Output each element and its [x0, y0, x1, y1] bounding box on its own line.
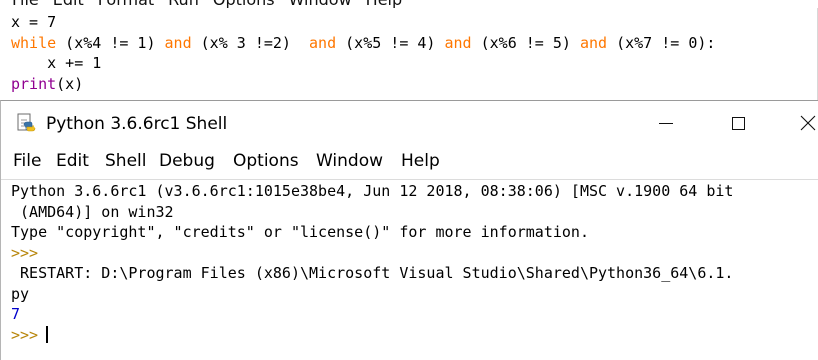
shell-prompt-line[interactable]: >>>	[11, 325, 817, 346]
keyword-token: while	[11, 33, 57, 52]
code-line: while (x%4 != 1) and (x% 3 !=2) and (x%5…	[11, 33, 715, 54]
minimize-icon	[659, 122, 673, 124]
code-line: x += 1	[11, 53, 715, 74]
shell-output-area[interactable]: Python 3.6.6rc1 (v3.6.6rc1:1015e38be4, J…	[11, 181, 817, 345]
code-line: x = 7	[11, 12, 715, 33]
close-icon	[800, 115, 816, 131]
editor-menu-edit[interactable]: Edit	[53, 0, 84, 8]
python-icon	[15, 113, 37, 135]
code-token: x = 7	[11, 13, 57, 31]
editor-window: File Edit Format Run Options Window Help x = 7…	[0, 0, 818, 100]
window-title: Python 3.6.6rc1 Shell	[46, 114, 228, 134]
titlebar[interactable]: Python 3.6.6rc1 Shell	[1, 101, 818, 145]
keyword-token: and	[309, 33, 337, 52]
menu-shell[interactable]: Shell	[105, 150, 146, 172]
code-token: (x%4 != 1)	[56, 33, 165, 52]
code-line: print(x)	[11, 74, 715, 95]
shell-window: Python 3.6.6rc1 Shell File Edit Shell De…	[0, 100, 818, 360]
menu-separator	[1, 179, 818, 180]
builtin-token: print	[11, 74, 57, 93]
menu-debug[interactable]: Debug	[159, 150, 215, 172]
editor-menu-options[interactable]: Options	[213, 0, 275, 8]
code-token: x += 1	[11, 54, 102, 72]
editor-code-area[interactable]: x = 7 while (x%4 != 1) and (x% 3 !=2) and…	[11, 12, 715, 94]
menu-file[interactable]: File	[13, 150, 41, 172]
shell-output-line: py	[11, 284, 30, 303]
menu-options[interactable]: Options	[233, 150, 299, 172]
shell-menubar: File Edit Shell Debug Options Window Hel…	[1, 148, 818, 174]
keyword-token: and	[164, 33, 192, 52]
editor-menu-format[interactable]: Format	[98, 0, 154, 8]
code-token: (x% 3 !=2)	[191, 33, 310, 52]
shell-output-line: >>>	[11, 243, 48, 262]
menu-window[interactable]: Window	[316, 150, 383, 172]
maximize-icon	[731, 116, 745, 130]
menu-edit[interactable]: Edit	[56, 150, 89, 172]
code-token: (x%5 != 4)	[336, 33, 445, 52]
editor-menu-help[interactable]: Help	[366, 0, 402, 8]
close-button[interactable]	[785, 101, 818, 145]
keyword-token: and	[579, 33, 608, 52]
editor-menu-run[interactable]: Run	[168, 0, 199, 8]
shell-prompt: >>>	[11, 325, 39, 344]
editor-menu-file[interactable]: File	[12, 0, 39, 8]
code-token: (x)	[56, 74, 84, 93]
shell-output-line: (AMD64)] on win32	[11, 202, 174, 221]
text-cursor	[46, 325, 49, 343]
maximize-button[interactable]	[715, 101, 761, 145]
keyword-token: and	[444, 33, 472, 52]
shell-output-line: Python 3.6.6rc1 (v3.6.6rc1:1015e38be4, J…	[11, 182, 734, 200]
editor-menubar: File Edit Format Run Options Window Help	[0, 0, 818, 8]
editor-menu-window[interactable]: Window	[289, 0, 352, 8]
code-token: (x%7 != 0):	[607, 33, 716, 52]
shell-output-line: 7	[11, 305, 21, 323]
shell-output-line: Type "copyright", "credits" or "license(…	[11, 223, 589, 241]
code-token: (x%6 != 5)	[471, 33, 580, 52]
menu-help[interactable]: Help	[401, 150, 440, 172]
shell-output-line: RESTART: D:\Program Files (x86)\Microsof…	[11, 264, 734, 282]
minimize-button[interactable]	[643, 101, 689, 145]
